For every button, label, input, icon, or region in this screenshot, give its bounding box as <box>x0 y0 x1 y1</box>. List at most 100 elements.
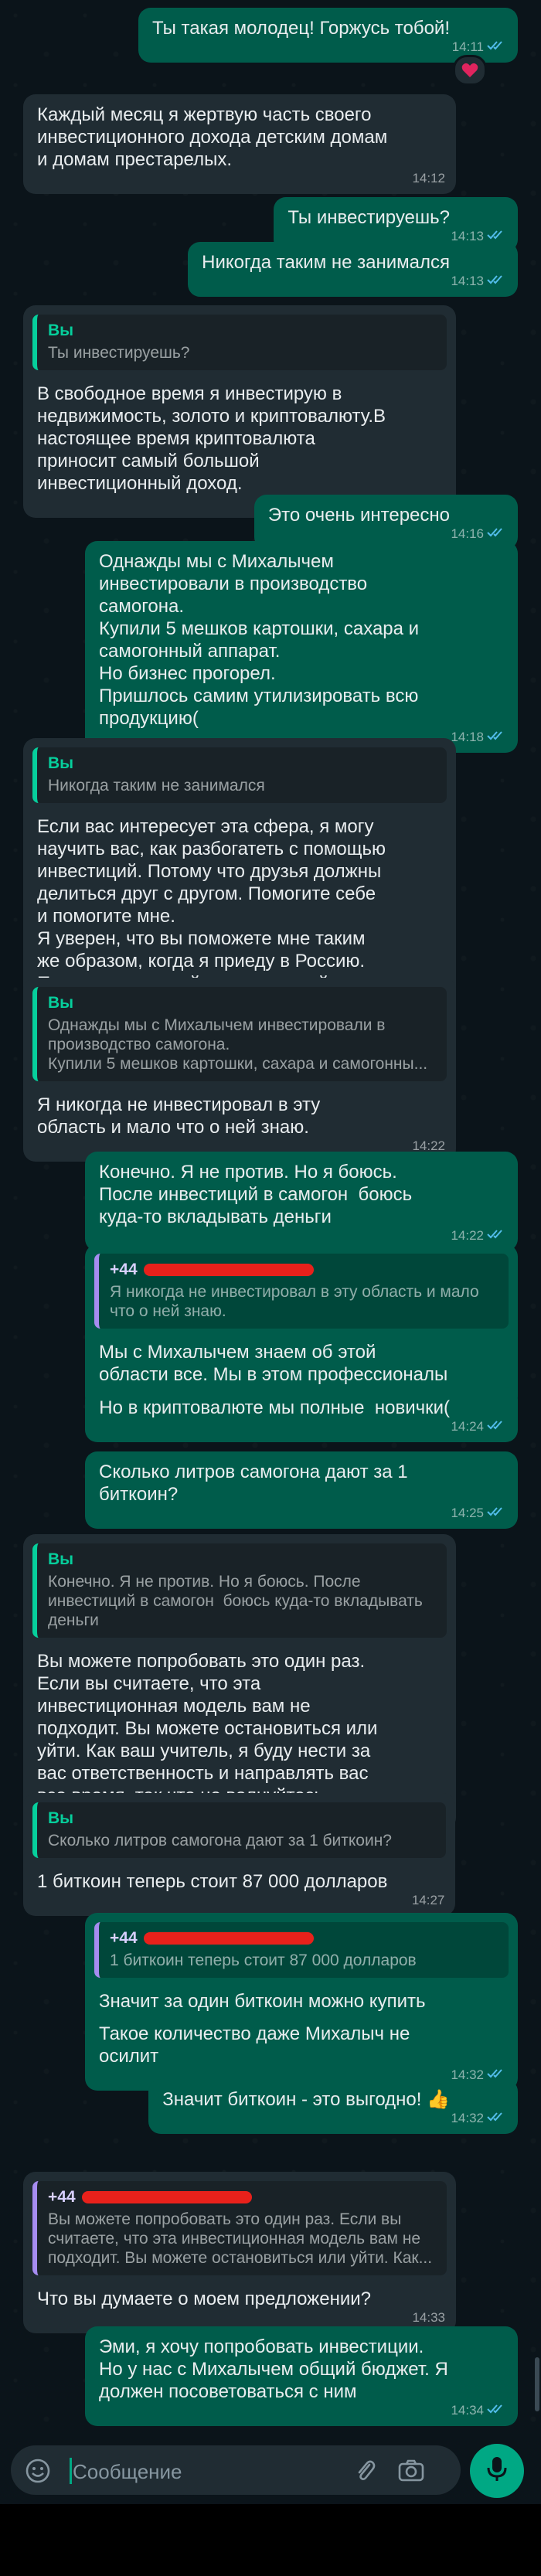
microphone-button[interactable] <box>470 2444 524 2498</box>
incoming-message-bubble[interactable]: Вы Ты инвестируешь? В свободное время я ин… <box>23 305 456 518</box>
incoming-message-bubble[interactable]: +44 Вы можете попробовать это один раз. Е… <box>23 2172 456 2333</box>
message-row: Вы Однажды мы с Михалычем инвестировали в… <box>0 978 541 1162</box>
message-time: 14:33 <box>412 2306 445 2329</box>
message-row: Ты такая молодец! Горжусь тобой! 14:11 <box>0 8 541 86</box>
message-row: +44 Вы можете попробовать это один раз. Е… <box>0 2172 541 2333</box>
quoted-sender-label: +44 <box>48 2188 76 2206</box>
message-placeholder: Сообщение <box>73 2460 182 2483</box>
message-time: 14:11 <box>452 36 507 58</box>
message-text: Однажды мы с Михалычем инвестировали в п… <box>99 551 420 729</box>
outgoing-message-bubble[interactable]: Никогда таким не занимался 14:13 <box>188 242 518 297</box>
message-row: Сколько литров самогона дают за 1 биткои… <box>0 1451 541 1529</box>
outgoing-message-bubble[interactable]: +44 Я никогда не инвестировал в эту облас… <box>85 1244 518 1409</box>
message-text: Мы с Михалычем знаем об этой области все… <box>99 1342 448 1385</box>
quoted-reply[interactable]: +44 Вы можете попробовать это один раз. Е… <box>32 2181 447 2275</box>
message-text: Такое количество даже Михалыч не осилит <box>99 2023 415 2067</box>
message-row: +44 Я никогда не инвестировал в эту облас… <box>0 1244 541 1409</box>
message-timestamp: 14:27 <box>411 1893 445 1907</box>
quoted-sender-label: Вы <box>48 1809 74 1827</box>
quoted-text: Вы можете попробовать это один раз. Если… <box>48 2210 433 2267</box>
message-text: Я никогда не инвестировал в эту область … <box>37 1094 325 1138</box>
outgoing-message-bubble[interactable]: Конечно. Я не против. Но я боюсь. После … <box>85 1152 518 1251</box>
sticker-emoji-icon[interactable] <box>25 2458 51 2488</box>
quoted-sender-label: Вы <box>48 1550 74 1568</box>
quoted-sender-name: Вы <box>48 754 436 773</box>
quoted-reply[interactable]: +44 1 биткоин теперь стоит 87 000 долларо… <box>94 1922 509 1978</box>
incoming-message-bubble[interactable]: Каждый месяц я жертвую часть своего инве… <box>23 94 456 194</box>
outgoing-message-bubble[interactable]: Ты такая молодец! Горжусь тобой! 14:11 <box>138 8 518 86</box>
quoted-reply[interactable]: Вы Никогда таким не занимался <box>32 747 447 803</box>
message-timestamp: 14:22 <box>451 1228 484 1243</box>
quoted-text: Я никогда не инвестировал в эту область … <box>110 1283 484 1320</box>
text-cursor <box>70 2458 72 2484</box>
quoted-text: Конечно. Я не против. Но я боюсь. После … <box>48 1573 427 1629</box>
outgoing-message-bubble[interactable]: Но в криптовалюте мы полные новички(14:2… <box>85 1387 518 1442</box>
paperclip-icon[interactable] <box>354 2458 377 2488</box>
quoted-text: Ты инвестируешь? <box>48 344 190 362</box>
quoted-sender-name: Вы <box>48 321 436 340</box>
quoted-reply[interactable]: Вы Конечно. Я не против. Но я боюсь. Посл… <box>32 1543 447 1638</box>
message-timestamp: 14:33 <box>412 2310 445 2325</box>
read-receipt-icon <box>487 2399 507 2421</box>
quoted-reply[interactable]: Вы Сколько литров самогона дают за 1 битк… <box>32 1802 447 1858</box>
redaction-mark <box>143 1932 314 1945</box>
quoted-text: Однажды мы с Михалычем инвестировали в п… <box>48 1016 428 1073</box>
message-row: Никогда таким не занимался 14:13 <box>0 242 541 297</box>
quoted-sender-name: +44 <box>110 1260 498 1279</box>
message-timestamp: 14:24 <box>451 1419 484 1434</box>
message-time: 14:22 <box>451 1224 507 1247</box>
message-row: Значит биткоин - это выгодно! 👍 14:32 <box>0 2079 541 2134</box>
quoted-sender-label: Вы <box>48 994 74 1012</box>
quoted-reply[interactable]: +44 Я никогда не инвестировал в эту облас… <box>94 1254 509 1329</box>
quoted-sender-name: Вы <box>48 993 436 1012</box>
chat-area[interactable]: Ты такая молодец! Горжусь тобой! 14:11 Каж… <box>0 0 541 2435</box>
outgoing-message-bubble[interactable]: Значит биткоин - это выгодно! 👍 14:32 <box>148 2079 518 2134</box>
quoted-reply[interactable]: Вы Ты инвестируешь? <box>32 315 447 370</box>
camera-icon[interactable] <box>397 2458 425 2486</box>
incoming-message-bubble[interactable]: Вы Конечно. Я не против. Но я боюсь. Посл… <box>23 1534 456 1830</box>
read-receipt-icon <box>487 1502 507 1524</box>
outgoing-message-bubble[interactable]: Однажды мы с Михалычем инвестировали в п… <box>85 541 518 753</box>
message-timestamp: 14:32 <box>451 2111 484 2125</box>
message-row: Вы Конечно. Я не против. Но я боюсь. Посл… <box>0 1534 541 1830</box>
quoted-reply[interactable]: Вы Однажды мы с Михалычем инвестировали в… <box>32 987 447 1081</box>
incoming-message-bubble[interactable]: Вы Однажды мы с Михалычем инвестировали в… <box>23 978 456 1162</box>
message-time: 14:12 <box>412 167 445 189</box>
redaction-mark <box>81 2191 252 2204</box>
message-text: Эми, я хочу попробовать инвестиции. Но у… <box>99 2336 454 2402</box>
heart-reaction-icon[interactable] <box>453 55 487 86</box>
quoted-sender-name: Вы <box>48 1809 435 1828</box>
message-composer: Сообщение <box>0 2435 541 2504</box>
message-time: 14:32 <box>451 2107 507 2129</box>
read-receipt-icon <box>487 1415 507 1438</box>
message-text: 1 биткоин теперь стоит 87 000 долларов <box>37 1871 388 1892</box>
message-row: Конечно. Я не против. Но я боюсь. После … <box>0 1152 541 1251</box>
quoted-sender-name: +44 <box>48 2187 436 2207</box>
quoted-sender-name: Вы <box>48 1550 436 1569</box>
incoming-message-bubble[interactable]: Вы Сколько литров самогона дают за 1 битк… <box>23 1793 456 1916</box>
quoted-text: Сколько литров самогона дают за 1 биткои… <box>48 1832 392 1849</box>
message-timestamp: 14:25 <box>451 1506 484 1520</box>
message-text: Но в криптовалюте мы полные новички( <box>99 1397 450 1418</box>
message-text: В свободное время я инвестирую в недвижи… <box>37 383 391 494</box>
read-receipt-icon <box>487 270 507 292</box>
redaction-mark <box>143 1264 314 1277</box>
outgoing-message-bubble[interactable]: Эми, я хочу попробовать инвестиции. Но у… <box>85 2326 518 2426</box>
message-time: 14:34 <box>451 2399 507 2421</box>
read-receipt-icon <box>487 36 507 58</box>
message-row: Однажды мы с Михалычем инвестировали в п… <box>0 541 541 753</box>
microphone-icon <box>486 2455 508 2487</box>
message-input[interactable]: Сообщение <box>11 2445 461 2495</box>
outgoing-message-bubble[interactable]: Сколько литров самогона дают за 1 биткои… <box>85 1451 518 1529</box>
message-row: Но в криптовалюте мы полные новички(14:2… <box>0 1387 541 1442</box>
message-time: 14:25 <box>451 1502 507 1524</box>
message-timestamp: 14:13 <box>451 274 484 288</box>
quoted-text: 1 биткоин теперь стоит 87 000 долларов <box>110 1952 417 1969</box>
quoted-sender-label: +44 <box>110 1929 138 1947</box>
message-text: Сколько литров самогона дают за 1 биткои… <box>99 1462 413 1505</box>
message-timestamp: 14:34 <box>451 2403 484 2418</box>
message-row: Эми, я хочу попробовать инвестиции. Но у… <box>0 2326 541 2426</box>
message-time: 14:24 <box>451 1415 507 1438</box>
scrollbar[interactable] <box>535 2357 539 2411</box>
quoted-sender-label: Вы <box>48 754 74 772</box>
